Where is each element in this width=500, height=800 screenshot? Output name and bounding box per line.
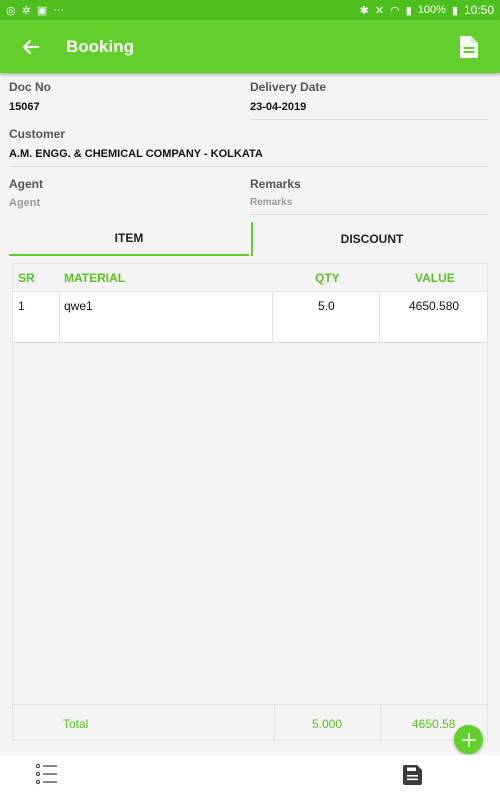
signal-icon: ▮ bbox=[405, 4, 412, 17]
battery-icon: ▮ bbox=[451, 4, 458, 17]
column-divider bbox=[272, 292, 273, 343]
column-divider bbox=[379, 292, 380, 343]
delivery-date-value[interactable]: 23-04-2019 bbox=[250, 101, 306, 113]
cast-icon: ◎ bbox=[6, 4, 16, 17]
column-header-value: VALUE bbox=[415, 271, 455, 285]
save-icon[interactable] bbox=[400, 763, 424, 787]
column-header-material: MATERIAL bbox=[64, 271, 126, 285]
footer-divider bbox=[380, 705, 381, 742]
total-qty: 5.000 bbox=[312, 716, 343, 731]
list-icon[interactable] bbox=[35, 763, 59, 785]
column-header-sr: SR bbox=[18, 271, 35, 285]
table-row[interactable]: 1 qwe1 5.0 4650.580 bbox=[13, 292, 487, 343]
table-header: SR MATERIAL QTY VALUE bbox=[13, 264, 487, 292]
total-value: 4650.58 bbox=[412, 716, 456, 731]
image-icon: ▣ bbox=[36, 4, 48, 17]
battery-percent: 100% bbox=[417, 4, 446, 16]
customer-value[interactable]: A.M. ENGG. & CHEMICAL COMPANY - KOLKATA bbox=[9, 148, 263, 160]
doc-no-value: 15067 bbox=[9, 101, 40, 113]
accessibility-icon: ✲ bbox=[21, 4, 31, 17]
status-icons-right: ✱ ✕ ◠ ▮ 100% ▮ 10:50 bbox=[360, 3, 494, 17]
items-table: SR MATERIAL QTY VALUE 1 qwe1 5.0 4650.58… bbox=[12, 263, 488, 742]
table-footer: Total 5.000 4650.58 bbox=[13, 704, 487, 742]
arrow-left-icon[interactable] bbox=[0, 20, 56, 73]
remarks-underline bbox=[250, 214, 488, 215]
customer-label: Customer bbox=[9, 127, 66, 141]
agent-input[interactable]: Agent bbox=[9, 197, 40, 209]
bottom-bar bbox=[0, 755, 500, 800]
delivery-date-underline bbox=[250, 119, 488, 120]
tab-discount[interactable]: DISCOUNT bbox=[251, 222, 491, 256]
row-qty: 5.0 bbox=[318, 299, 335, 313]
bluetooth-icon: ✱ bbox=[359, 4, 369, 17]
customer-underline bbox=[9, 166, 488, 167]
delivery-date-label: Delivery Date bbox=[250, 80, 327, 94]
status-icons-left: ◎ ✲ ▣ ··· bbox=[6, 4, 64, 17]
tab-item[interactable]: ITEM bbox=[9, 222, 249, 256]
column-divider bbox=[59, 292, 60, 343]
app-bar: Booking bbox=[0, 20, 500, 73]
wifi-icon: ◠ bbox=[390, 4, 400, 17]
total-label: Total bbox=[63, 716, 89, 731]
page-title: Booking bbox=[66, 36, 134, 56]
footer-divider bbox=[274, 705, 275, 742]
doc-no-label: Doc No bbox=[9, 80, 51, 94]
mute-icon: ✕ bbox=[374, 4, 385, 17]
row-sr: 1 bbox=[18, 299, 25, 313]
remarks-label: Remarks bbox=[250, 177, 301, 191]
agent-label: Agent bbox=[9, 177, 43, 191]
clock: 10:50 bbox=[463, 3, 494, 17]
row-value: 4650.580 bbox=[409, 299, 460, 313]
document-icon[interactable] bbox=[458, 34, 480, 60]
plus-icon bbox=[461, 732, 476, 747]
more-notifications-icon: ··· bbox=[53, 4, 65, 16]
status-bar: ◎ ✲ ▣ ··· ✱ ✕ ◠ ▮ 100% ▮ 10:50 bbox=[0, 0, 500, 20]
add-item-button[interactable] bbox=[454, 725, 483, 754]
column-header-qty: QTY bbox=[315, 271, 340, 285]
row-material: qwe1 bbox=[64, 299, 93, 313]
remarks-input[interactable]: Remarks bbox=[250, 197, 292, 208]
